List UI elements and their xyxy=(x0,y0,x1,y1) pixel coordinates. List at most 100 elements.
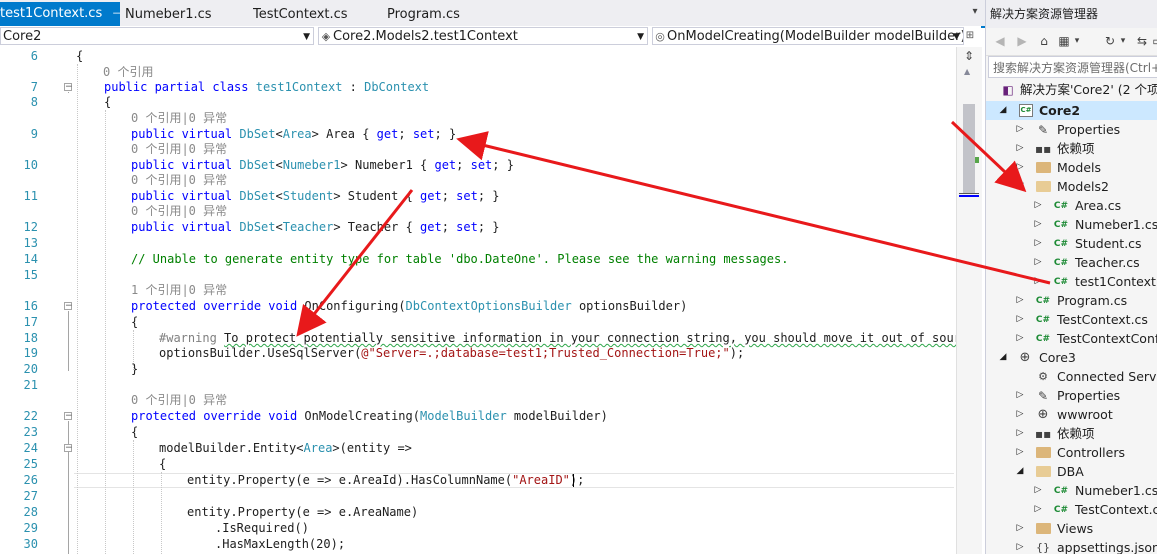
tree-item-wwwroot[interactable]: ▷ ⊕ wwwroot xyxy=(986,405,1157,424)
sync-with-document-icon[interactable]: ⇆ xyxy=(1134,32,1150,50)
fold-guide xyxy=(68,92,69,93)
codelens-references[interactable]: 0 个引用|0 异常 xyxy=(131,111,227,125)
codelens-references[interactable]: 0 个引用 xyxy=(103,65,153,79)
tree-item-testcontextconfig-cs[interactable]: ▷ C# TestContextConfig.cs xyxy=(986,329,1157,348)
tree-item-area-cs[interactable]: ▷ C# Area.cs xyxy=(986,196,1157,215)
tree-item-label: Models xyxy=(1057,160,1102,175)
collapse-region-icon[interactable]: − xyxy=(64,302,73,311)
scroll-up-icon[interactable]: ▲ xyxy=(964,67,970,76)
tree-item-appsettings-json[interactable]: ▷ {} appsettings.json xyxy=(986,538,1157,554)
collapse-region-icon[interactable]: − xyxy=(64,444,73,453)
collapsed-arrow-icon[interactable]: ▷ xyxy=(1015,519,1025,538)
web-project-icon: ⊕ xyxy=(1019,350,1031,365)
tree-item-core3[interactable]: ◢ ⊕ Core3 xyxy=(986,348,1157,367)
expanded-arrow-icon[interactable]: ◢ xyxy=(1015,462,1025,481)
collapsed-arrow-icon[interactable]: ▷ xyxy=(1033,215,1043,234)
collapsed-arrow-icon[interactable]: ▷ xyxy=(1033,500,1043,519)
codelens-references[interactable]: 0 个引用|0 异常 xyxy=(131,393,227,407)
split-window-icon[interactable]: ⊞ xyxy=(963,29,977,43)
codelens-references[interactable]: 0 个引用|0 异常 xyxy=(131,204,227,218)
collapsed-arrow-icon[interactable]: ▷ xyxy=(1015,405,1025,424)
tree-item-solution[interactable]: ◧ 解决方案'Core2' (2 个项目) xyxy=(986,80,1157,99)
tree-item-program-cs[interactable]: ▷ C# Program.cs xyxy=(986,291,1157,310)
collapse-all-icon[interactable]: ▭ xyxy=(1150,32,1157,50)
tree-item-core2[interactable]: ◢ C# Core2 xyxy=(986,101,1157,120)
back-icon[interactable]: ◀ xyxy=(992,32,1008,50)
collapsed-arrow-icon[interactable]: ▷ xyxy=(1033,272,1043,291)
tree-item-dependencies[interactable]: ▷ ▪▪ 依赖项 xyxy=(986,424,1157,443)
codelens-references[interactable]: 0 个引用|0 异常 xyxy=(131,142,227,156)
code-area[interactable]: { 0 个引用 public partial class test1Contex… xyxy=(76,47,956,554)
chevron-down-icon[interactable]: ▾ xyxy=(1072,32,1082,50)
dependencies-icon: ▪▪ xyxy=(1035,427,1052,441)
codelens-references[interactable]: 0 个引用|0 异常 xyxy=(131,173,227,187)
tree-item-student-cs[interactable]: ▷ C# Student.cs xyxy=(986,234,1157,253)
tree-item-models2[interactable]: ◢ Models2 xyxy=(986,177,1157,196)
collapsed-arrow-icon[interactable]: ▷ xyxy=(1015,424,1025,443)
pin-icon[interactable]: ⊣ xyxy=(112,7,120,20)
tree-item-numeber1-cs[interactable]: ▷ C# Numeber1.cs xyxy=(986,215,1157,234)
collapsed-arrow-icon[interactable]: ▷ xyxy=(1015,120,1025,139)
tree-item-properties[interactable]: ▷ ✎ Properties xyxy=(986,386,1157,405)
collapsed-arrow-icon[interactable]: ▷ xyxy=(1015,386,1025,405)
member-dropdown[interactable]: ◎ OnModelCreating(ModelBuilder modelBuild… xyxy=(652,27,964,45)
tree-item-testcontext-cs[interactable]: ▷ C# TestContext.cs xyxy=(986,500,1157,519)
line-number: 27 xyxy=(23,489,38,503)
tab-testcontext[interactable]: TestContext.cs xyxy=(253,3,363,26)
tree-item-label: 解决方案'Core2' (2 个项目) xyxy=(1020,82,1157,97)
collapsed-arrow-icon[interactable]: ▷ xyxy=(1015,158,1025,177)
collapse-region-icon[interactable]: − xyxy=(64,412,73,421)
tree-item-connected-services[interactable]: ⚙ Connected Services xyxy=(986,367,1157,386)
collapsed-arrow-icon[interactable]: ▷ xyxy=(1015,329,1025,348)
collapsed-arrow-icon[interactable]: ▷ xyxy=(1015,443,1025,462)
code-line: { xyxy=(104,95,112,109)
tree-item-test1context-cs[interactable]: ▷ C# test1Context.cs xyxy=(986,272,1157,291)
line-number: 13 xyxy=(23,236,38,250)
tab-program[interactable]: Program.cs xyxy=(387,3,487,26)
collapsed-arrow-icon[interactable]: ▷ xyxy=(1033,234,1043,253)
expanded-arrow-icon[interactable]: ◢ xyxy=(998,101,1008,120)
tree-item-testcontext-cs[interactable]: ▷ C# TestContext.cs xyxy=(986,310,1157,329)
tree-item-numeber1-cs[interactable]: ▷ C# Numeber1.cs xyxy=(986,481,1157,500)
collapsed-arrow-icon[interactable]: ▷ xyxy=(1015,291,1025,310)
collapse-region-icon[interactable]: − xyxy=(64,83,73,92)
tab-numeber1[interactable]: Numeber1.cs xyxy=(125,3,235,26)
tree-item-label: TestContext.cs xyxy=(1057,312,1148,327)
tree-item-views[interactable]: ▷ Views xyxy=(986,519,1157,538)
line-number: 18 xyxy=(23,331,38,345)
split-handle-icon[interactable]: ⇕ xyxy=(962,50,976,62)
text-caret xyxy=(573,474,574,487)
tab-test1context[interactable]: test1Context.cs⊣× xyxy=(0,2,120,26)
chevron-down-icon[interactable]: ▾ xyxy=(1118,32,1128,50)
switch-views-icon[interactable]: ▦ xyxy=(1056,32,1072,50)
tree-item-models[interactable]: ▷ Models xyxy=(986,158,1157,177)
tree-item-dba[interactable]: ◢ DBA xyxy=(986,462,1157,481)
collapsed-arrow-icon[interactable]: ▷ xyxy=(1033,481,1043,500)
home-icon[interactable]: ⌂ xyxy=(1036,32,1052,50)
tree-item-properties[interactable]: ▷ ✎ Properties xyxy=(986,120,1157,139)
scrollbar-thumb[interactable] xyxy=(963,104,975,194)
solution-search-input[interactable]: 搜索解决方案资源管理器(Ctrl+;) xyxy=(988,56,1157,78)
tree-item-label: TestContext.cs xyxy=(1075,502,1157,517)
collapsed-arrow-icon[interactable]: ▷ xyxy=(1015,139,1025,158)
expanded-arrow-icon[interactable]: ◢ xyxy=(998,348,1008,367)
code-comment-line: // Unable to generate entity type for ta… xyxy=(131,252,789,266)
tree-item-controllers[interactable]: ▷ Controllers xyxy=(986,443,1157,462)
tree-item-label: Numeber1.cs xyxy=(1075,483,1157,498)
collapsed-arrow-icon[interactable]: ▷ xyxy=(1033,196,1043,215)
collapsed-arrow-icon[interactable]: ▷ xyxy=(1015,538,1025,554)
forward-icon[interactable]: ▶ xyxy=(1014,32,1030,50)
collapsed-arrow-icon[interactable]: ▷ xyxy=(1033,253,1043,272)
vertical-scrollbar[interactable]: ⇕ ▲ xyxy=(956,47,982,554)
project-dropdown[interactable]: Core2 ▼ xyxy=(0,27,314,45)
tree-item-teacher-cs[interactable]: ▷ C# Teacher.cs xyxy=(986,253,1157,272)
type-dropdown[interactable]: ◈ Core2.Models2.test1Context ▼ xyxy=(318,27,648,45)
expanded-arrow-icon[interactable]: ◢ xyxy=(1015,177,1025,196)
code-editor[interactable]: 6 7 8 9 10 11 12 13 14 15 16 17 18 19 20… xyxy=(0,47,982,554)
tree-item-dependencies[interactable]: ▷ ▪▪ 依赖项 xyxy=(986,139,1157,158)
collapsed-arrow-icon[interactable]: ▷ xyxy=(1015,310,1025,329)
pending-changes-icon[interactable]: ↻ xyxy=(1102,32,1118,50)
codelens-references[interactable]: 1 个引用|0 异常 xyxy=(131,283,227,297)
tab-overflow-dropdown-icon[interactable]: ▾ xyxy=(969,5,981,19)
code-line: protected override void OnModelCreating(… xyxy=(131,409,608,423)
